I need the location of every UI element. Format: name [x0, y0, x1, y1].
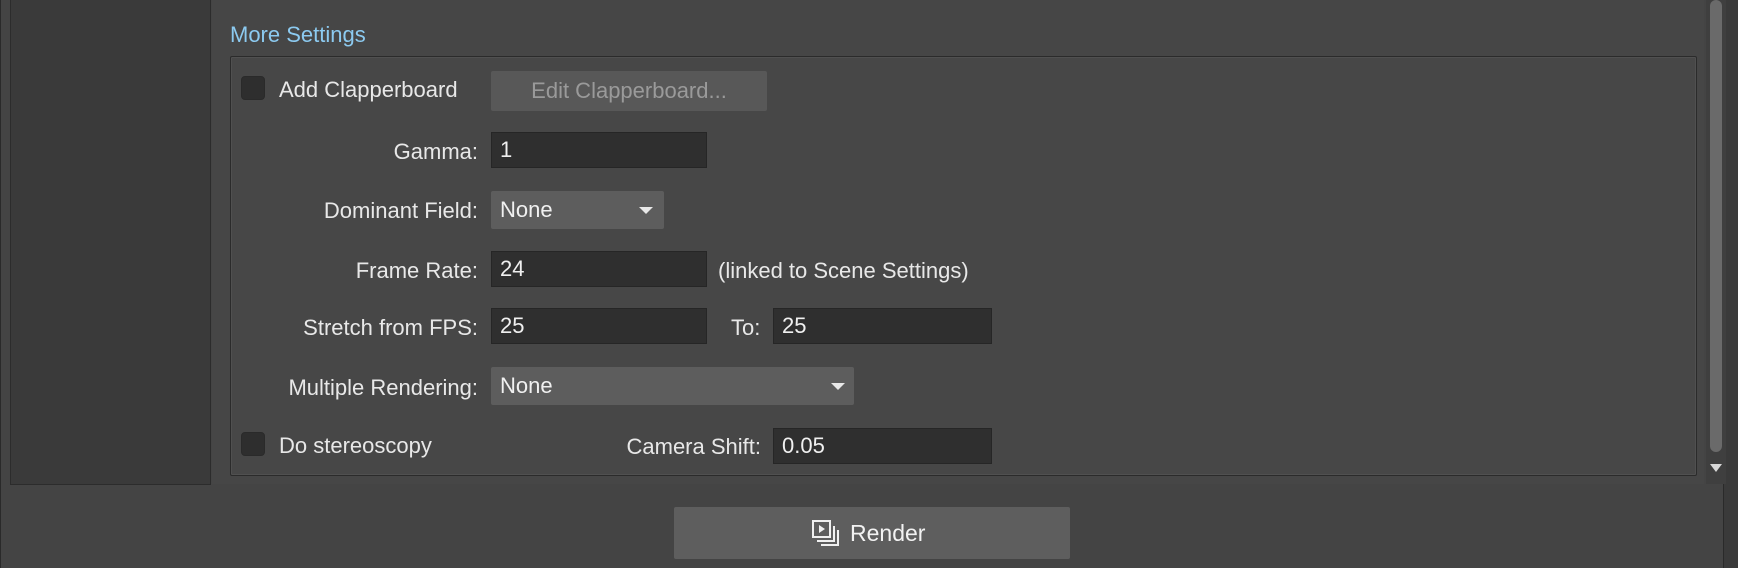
chevron-down-icon [831, 383, 845, 390]
render-settings-window: More Settings Add Clapperboard Edit Clap… [0, 0, 1738, 568]
add-clapperboard-label: Add Clapperboard [279, 77, 458, 102]
multiple-rendering-dropdown[interactable]: None [491, 367, 854, 405]
camera-shift-input[interactable]: 0.05 [773, 428, 992, 464]
do-stereoscopy-checkbox[interactable] [241, 432, 265, 456]
dominant-field-value: None [500, 197, 553, 222]
multiple-rendering-value: None [500, 373, 553, 398]
render-button[interactable]: Render [674, 507, 1070, 559]
stretch-to-label: To: [731, 315, 761, 340]
vertical-scrollbar[interactable] [1706, 0, 1726, 484]
stretch-to-input[interactable]: 25 [773, 308, 992, 344]
camera-shift-label: Camera Shift: [626, 434, 762, 459]
dominant-field-label: Dominant Field: [323, 198, 478, 223]
scrollbar-thumb[interactable] [1710, 0, 1722, 452]
frame-rate-label: Frame Rate: [355, 258, 478, 283]
frame-rate-input[interactable]: 24 [491, 251, 707, 287]
stretch-from-fps-label: Stretch from FPS: [303, 315, 478, 340]
edit-clapperboard-button[interactable]: Edit Clapperboard... [491, 71, 767, 111]
gamma-input[interactable]: 1 [491, 132, 707, 168]
do-stereoscopy-label: Do stereoscopy [279, 433, 432, 458]
stretch-from-fps-input[interactable]: 25 [491, 308, 707, 344]
scroll-down-icon[interactable] [1710, 464, 1722, 472]
frame-rate-note: (linked to Scene Settings) [718, 258, 969, 283]
section-title: More Settings [230, 22, 366, 47]
multiple-rendering-label: Multiple Rendering: [288, 375, 478, 400]
render-icon [812, 520, 839, 546]
dominant-field-dropdown[interactable]: None [491, 191, 664, 229]
sidebar-panel [10, 0, 211, 485]
chevron-down-icon [639, 207, 653, 214]
gamma-label: Gamma: [393, 139, 478, 164]
render-button-label: Render [850, 520, 926, 546]
add-clapperboard-checkbox[interactable] [241, 76, 265, 100]
